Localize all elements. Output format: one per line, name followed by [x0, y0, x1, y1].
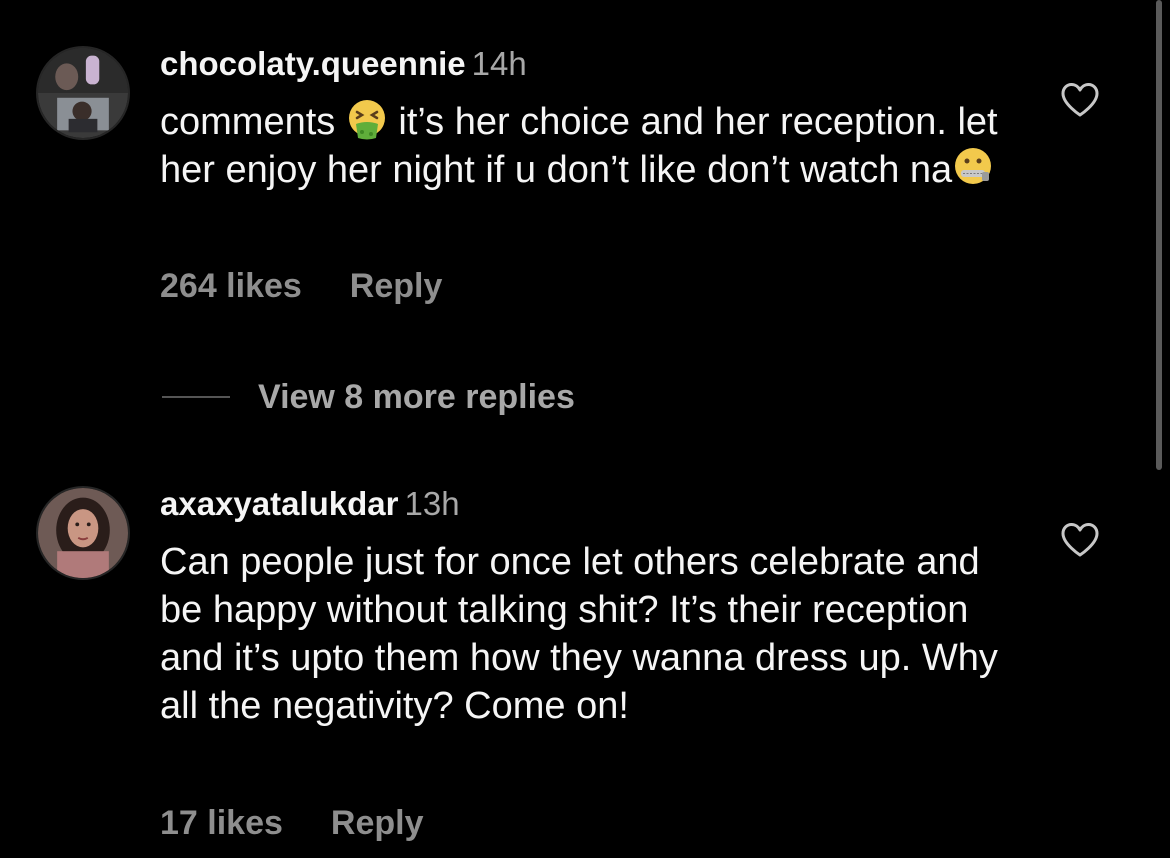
- username[interactable]: axaxyatalukdar: [160, 485, 399, 522]
- comment-text: comments it’s her choice and her recepti…: [160, 98, 1020, 194]
- replies-divider-line: [162, 396, 230, 398]
- zipper-mouth-face-icon: [952, 146, 994, 188]
- username[interactable]: chocolaty.queennie: [160, 45, 466, 82]
- avatar-image: [38, 48, 128, 138]
- view-more-replies-button[interactable]: View 8 more replies: [162, 375, 575, 419]
- reply-button[interactable]: Reply: [350, 267, 443, 305]
- view-more-replies-label: View 8 more replies: [258, 377, 575, 416]
- nauseated-face-icon: [346, 98, 388, 140]
- comment-actions: 264 likes Reply: [160, 266, 442, 306]
- heart-outline-icon[interactable]: [1060, 522, 1100, 558]
- likes-count[interactable]: 264 likes: [160, 267, 302, 305]
- comment-header: axaxyatalukdar 13h: [160, 484, 460, 524]
- heart-outline-icon[interactable]: [1060, 82, 1100, 118]
- avatar-image: [38, 488, 128, 578]
- timestamp: 13h: [404, 485, 460, 522]
- avatar[interactable]: [36, 486, 130, 580]
- comment-text-part: comments: [160, 101, 336, 143]
- avatar[interactable]: [36, 46, 130, 140]
- comment-header: chocolaty.queennie 14h: [160, 44, 527, 84]
- comment-text: Can people just for once let others cele…: [160, 541, 998, 727]
- comment-actions: 17 likes Reply: [160, 803, 423, 843]
- reply-button[interactable]: Reply: [331, 804, 424, 842]
- likes-count[interactable]: 17 likes: [160, 804, 283, 842]
- timestamp: 14h: [471, 45, 527, 82]
- scrollbar[interactable]: [1156, 0, 1162, 470]
